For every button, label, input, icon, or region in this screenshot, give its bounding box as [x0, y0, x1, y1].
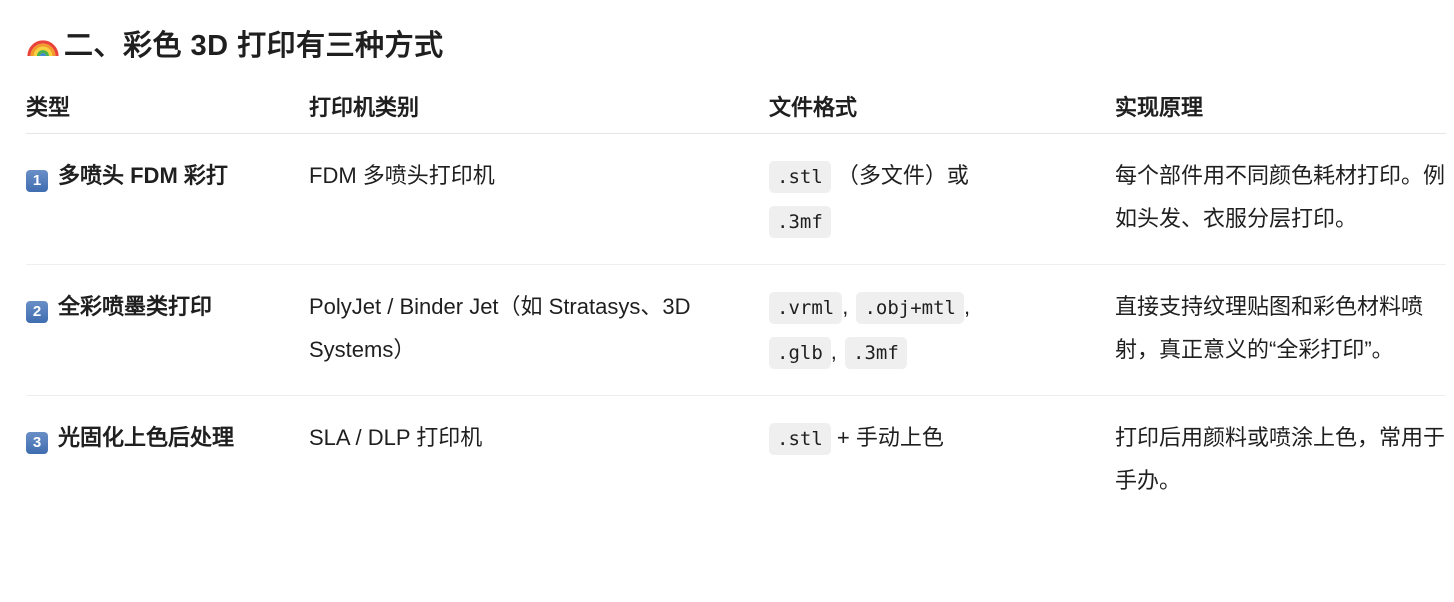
- cell-principle: 直接支持纹理贴图和彩色材料喷射，真正意义的“全彩打印”。: [1115, 264, 1446, 396]
- header-format: 文件格式: [769, 78, 1115, 134]
- cell-type: 2 全彩喷墨类打印: [26, 264, 309, 396]
- number-badge-icon: 2: [26, 301, 48, 323]
- rainbow-icon: [27, 40, 59, 57]
- header-printer: 打印机类别: [309, 78, 769, 134]
- format-separator: ,: [963, 294, 971, 319]
- format-code: .stl: [769, 423, 831, 455]
- cell-type: 3 光固化上色后处理: [26, 396, 309, 523]
- type-label: 全彩喷墨类打印: [58, 294, 213, 319]
- cell-format: .vrml, .obj+mtl, .glb, .3mf: [769, 264, 1115, 396]
- type-label: 多喷头 FDM 彩打: [58, 163, 228, 188]
- header-principle: 实现原理: [1115, 78, 1446, 134]
- format-code: .obj+mtl: [856, 292, 964, 324]
- cell-printer: SLA / DLP 打印机: [309, 425, 483, 450]
- cell-principle: 打印后用颜料或喷涂上色，常用于手办。: [1115, 425, 1446, 493]
- heading-text: 二、彩色 3D 打印有三种方式: [64, 30, 444, 62]
- print-methods-table: 类型 打印机类别 文件格式 实现原理 1 多喷头 FDM 彩打 FDM 多喷头打印…: [26, 78, 1446, 522]
- page: 二、彩色 3D 打印有三种方式 类型 打印机类别 文件格式 实现原理 1 多喷头 …: [0, 0, 1454, 602]
- format-note: + 手动上色: [836, 425, 944, 450]
- cell-format: .stl + 手动上色: [769, 396, 1115, 523]
- format-separator: ,: [842, 294, 849, 319]
- type-label: 光固化上色后处理: [58, 425, 235, 450]
- format-code: .3mf: [769, 206, 831, 238]
- format-code: .glb: [769, 337, 831, 369]
- format-code: .vrml: [769, 292, 843, 324]
- format-code: .stl: [769, 161, 831, 193]
- cell-type: 1 多喷头 FDM 彩打: [26, 133, 309, 265]
- table-row: 2 全彩喷墨类打印 PolyJet / Binder Jet（如 Stratasy…: [26, 264, 1446, 396]
- format-separator: ,: [830, 339, 837, 364]
- cell-format: .stl （多文件）或 .3mf: [769, 133, 1115, 265]
- header-type: 类型: [26, 78, 309, 134]
- section-heading: 二、彩色 3D 打印有三种方式: [26, 22, 444, 64]
- table-row: 1 多喷头 FDM 彩打 FDM 多喷头打印机 .stl （多文件）或 .3mf …: [26, 133, 1446, 265]
- cell-printer: FDM 多喷头打印机: [309, 133, 769, 265]
- cell-principle: 每个部件用不同颜色耗材打印。例如头发、衣服分层打印。: [1115, 133, 1446, 265]
- format-code: .3mf: [845, 337, 907, 369]
- table-row: 3 光固化上色后处理 SLA / DLP 打印机 .stl + 手动上色 打印后用…: [26, 396, 1446, 523]
- cell-printer: PolyJet / Binder Jet（如 Stratasys、3D Syst…: [309, 264, 769, 396]
- number-badge-icon: 3: [26, 432, 48, 454]
- table-header-row: 类型 打印机类别 文件格式 实现原理: [26, 78, 1446, 134]
- number-badge-icon: 1: [26, 170, 48, 192]
- format-note: （多文件）或: [836, 163, 969, 188]
